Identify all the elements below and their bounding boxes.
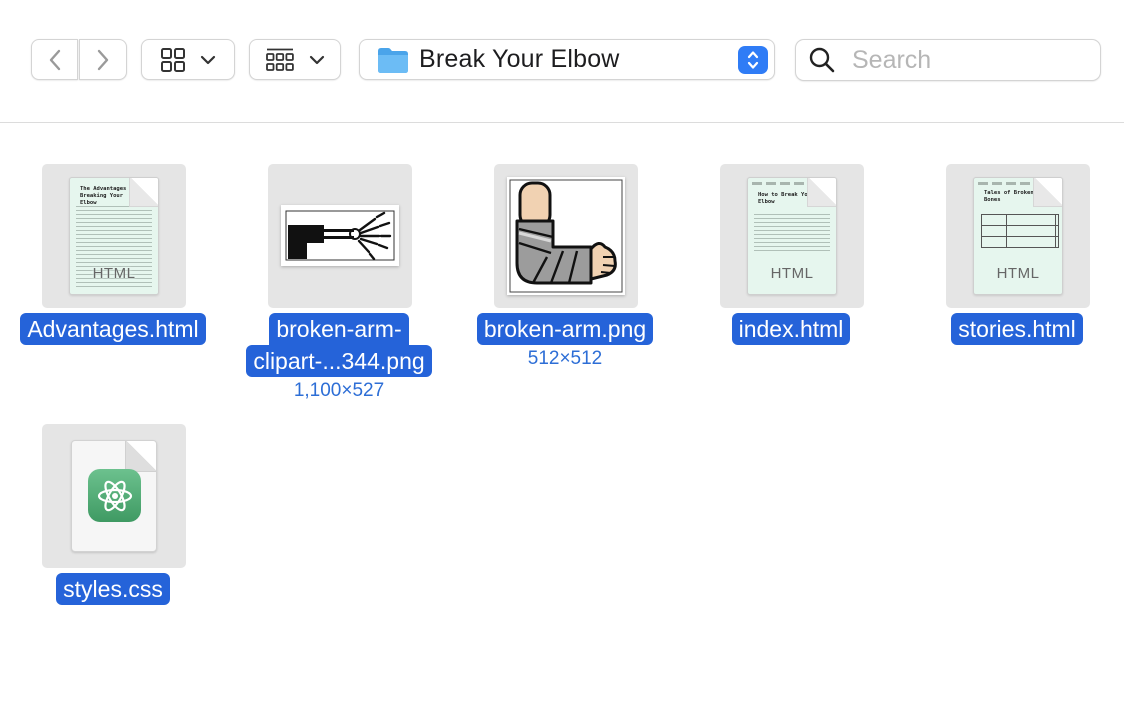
toolbar-divider (0, 122, 1124, 123)
group-by-button[interactable] (249, 39, 341, 80)
doc-preview-nav (752, 182, 812, 185)
back-button[interactable] (31, 39, 78, 80)
cast-arm-image (507, 177, 625, 295)
file-thumbnail (268, 164, 412, 308)
forward-button[interactable] (79, 39, 127, 80)
doc-preview-table (981, 214, 1059, 248)
icon-grid-icon (161, 47, 185, 72)
file-label: stories.html (904, 313, 1124, 345)
file-label: broken-arm- clipart-...344.png 1,100×527 (226, 313, 452, 402)
image-dimensions: 512×512 (527, 348, 603, 369)
page-fold (129, 178, 158, 207)
file-name-line-1[interactable]: broken-arm- (269, 313, 409, 345)
chevron-down-icon (309, 55, 325, 64)
search-icon (809, 47, 835, 73)
file-name[interactable]: index.html (731, 313, 851, 345)
file-type-label: HTML (770, 265, 814, 282)
page-fold (807, 178, 836, 207)
file-thumbnail (494, 164, 638, 308)
file-thumbnail: The Advantages of Breaking Your Elbow HT… (42, 164, 186, 308)
group-by-icon (266, 48, 294, 71)
path-popup-button[interactable]: Break Your Elbow (359, 39, 775, 80)
page-fold (1033, 178, 1062, 207)
file-name[interactable]: broken-arm.png (476, 313, 654, 345)
file-label: index.html (678, 313, 904, 345)
file-name[interactable]: Advantages.html (20, 313, 206, 345)
atom-icon (97, 480, 132, 511)
file-thumbnail: How to Break Your Elbow HTML (720, 164, 864, 308)
search-input[interactable] (850, 44, 1084, 76)
doc-preview-lines (754, 214, 830, 254)
html-document-icon: Tales of Broken Bones HTML (973, 177, 1063, 295)
xray-arm-image (281, 205, 399, 266)
chevron-left-icon (49, 49, 60, 70)
css-document-icon (71, 440, 157, 552)
folder-icon (378, 47, 408, 73)
xray-arm-illustration (285, 210, 395, 261)
file-type-label: HTML (92, 265, 136, 282)
path-label: Break Your Elbow (419, 45, 620, 73)
doc-preview-nav (978, 182, 1038, 185)
chevron-right-icon (97, 49, 109, 70)
file-name-line-2[interactable]: clipart-...344.png (246, 345, 432, 377)
chevron-down-icon (200, 55, 216, 64)
file-type-label: HTML (996, 265, 1040, 282)
file-thumbnail: Tales of Broken Bones HTML (946, 164, 1090, 308)
file-name[interactable]: stories.html (951, 313, 1083, 345)
view-mode-button[interactable] (141, 39, 235, 80)
path-stepper[interactable] (738, 46, 768, 74)
file-name[interactable]: styles.css (56, 573, 170, 605)
file-thumbnail (42, 424, 186, 568)
atom-app-badge (88, 469, 141, 522)
finder-toolbar: Break Your Elbow (0, 0, 1124, 122)
image-dimensions: 1,100×527 (293, 380, 385, 401)
page-fold (125, 441, 156, 472)
up-down-arrows-icon (747, 51, 759, 69)
search-field[interactable] (795, 39, 1101, 81)
file-label: Advantages.html (0, 313, 226, 345)
cast-arm-illustration (509, 179, 623, 293)
file-label: styles.css (0, 573, 226, 605)
html-document-icon: The Advantages of Breaking Your Elbow HT… (69, 177, 159, 295)
file-label: broken-arm.png 512×512 (452, 313, 678, 370)
html-document-icon: How to Break Your Elbow HTML (747, 177, 837, 295)
